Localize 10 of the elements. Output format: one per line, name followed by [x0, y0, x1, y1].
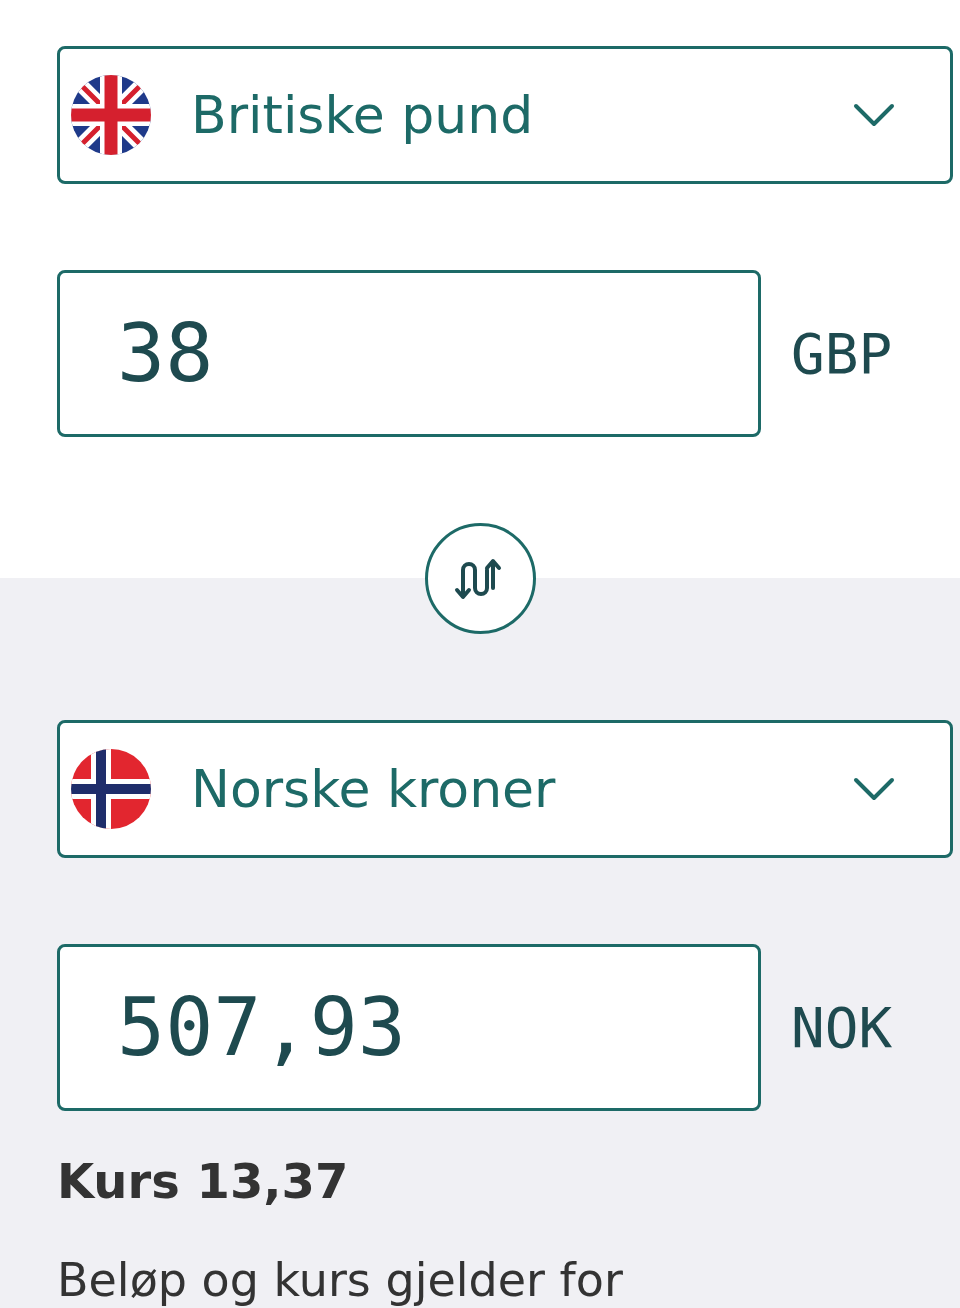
amount-field[interactable]: 38 [57, 270, 761, 437]
currency-select[interactable]: Norske kroner [57, 720, 953, 858]
currency-select[interactable]: Britiske pund [57, 46, 953, 184]
disclaimer-text: Beløp og kurs gjelder for [57, 1253, 624, 1307]
exchange-rate: Kurs 13,37 [57, 1153, 350, 1209]
chevron-down-icon [853, 102, 895, 128]
currency-code: GBP [791, 321, 893, 386]
amount-field[interactable]: 507,93 [57, 944, 761, 1111]
currency-code: NOK [791, 995, 893, 1060]
chevron-down-icon [853, 776, 895, 802]
